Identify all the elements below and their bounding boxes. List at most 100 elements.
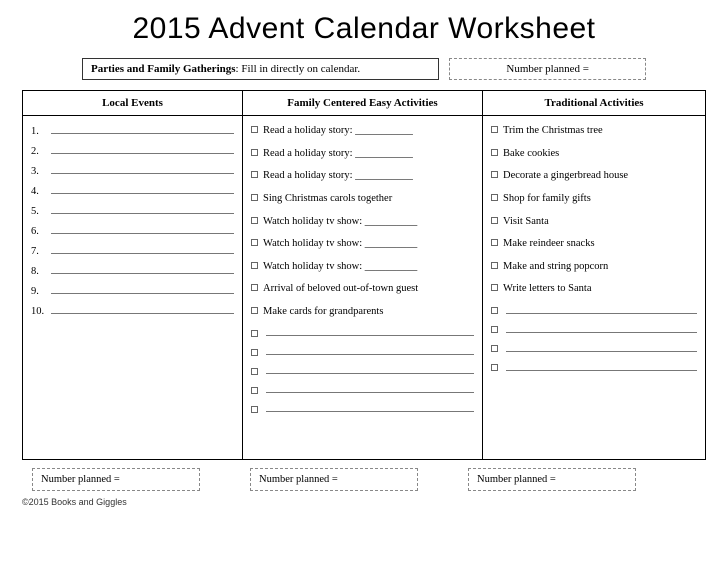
column-header-traditional: Traditional Activities — [483, 91, 705, 116]
fill-line[interactable] — [266, 385, 474, 393]
checkbox-icon[interactable] — [251, 194, 258, 201]
row-number: 2. — [31, 146, 49, 157]
page-title: 2015 Advent Calendar Worksheet — [22, 12, 706, 46]
checkbox-icon[interactable] — [491, 239, 498, 246]
fill-line[interactable] — [506, 344, 697, 352]
family-blank-item[interactable] — [251, 328, 474, 337]
fill-line[interactable] — [51, 184, 234, 194]
checkbox-icon[interactable] — [251, 330, 258, 337]
checkbox-icon[interactable] — [491, 262, 498, 269]
family-item[interactable]: Watch holiday tv show: __________ — [251, 260, 474, 274]
family-body: Read a holiday story: ___________ Read a … — [243, 116, 482, 459]
checkbox-icon[interactable] — [491, 345, 498, 352]
item-label: Decorate a gingerbread house — [503, 169, 697, 183]
fill-line[interactable] — [51, 284, 234, 294]
checkbox-icon[interactable] — [491, 126, 498, 133]
traditional-blank-item[interactable] — [491, 324, 697, 333]
checkbox-icon[interactable] — [251, 349, 258, 356]
family-item[interactable]: Arrival of beloved out-of-town guest — [251, 282, 474, 296]
row-number: 10. — [31, 306, 49, 317]
local-event-row[interactable]: 8. — [31, 264, 234, 277]
checkbox-icon[interactable] — [491, 217, 498, 224]
fill-line[interactable] — [51, 124, 234, 134]
local-event-row[interactable]: 7. — [31, 244, 234, 257]
family-blank-item[interactable] — [251, 347, 474, 356]
traditional-item[interactable]: Write letters to Santa — [491, 282, 697, 296]
local-event-row[interactable]: 4. — [31, 184, 234, 197]
family-blank-item[interactable] — [251, 366, 474, 375]
traditional-blank-item[interactable] — [491, 362, 697, 371]
local-event-row[interactable]: 2. — [31, 144, 234, 157]
fill-line[interactable] — [51, 264, 234, 274]
item-label: Watch holiday tv show: __________ — [263, 215, 474, 229]
fill-line[interactable] — [266, 328, 474, 336]
fill-line[interactable] — [51, 304, 234, 314]
traditional-blank-item[interactable] — [491, 343, 697, 352]
checkbox-icon[interactable] — [491, 364, 498, 371]
local-event-row[interactable]: 1. — [31, 124, 234, 137]
checkbox-icon[interactable] — [251, 368, 258, 375]
checkbox-icon[interactable] — [251, 387, 258, 394]
item-label: Trim the Christmas tree — [503, 124, 697, 138]
family-item[interactable]: Read a holiday story: ___________ — [251, 147, 474, 161]
traditional-item[interactable]: Shop for family gifts — [491, 192, 697, 206]
family-item[interactable]: Read a holiday story: ___________ — [251, 124, 474, 138]
checkbox-icon[interactable] — [491, 171, 498, 178]
local-event-row[interactable]: 6. — [31, 224, 234, 237]
checkbox-icon[interactable] — [251, 284, 258, 291]
number-planned-box[interactable]: Number planned = — [468, 468, 636, 491]
local-event-row[interactable]: 3. — [31, 164, 234, 177]
traditional-item[interactable]: Make reindeer snacks — [491, 237, 697, 251]
local-event-row[interactable]: 9. — [31, 284, 234, 297]
fill-line[interactable] — [266, 404, 474, 412]
family-item[interactable]: Sing Christmas carols together — [251, 192, 474, 206]
checkbox-icon[interactable] — [251, 149, 258, 156]
checkbox-icon[interactable] — [251, 307, 258, 314]
fill-line[interactable] — [51, 144, 234, 154]
number-planned-box[interactable]: Number planned = — [32, 468, 200, 491]
checkbox-icon[interactable] — [491, 307, 498, 314]
family-blank-item[interactable] — [251, 385, 474, 394]
traditional-item[interactable]: Decorate a gingerbread house — [491, 169, 697, 183]
checkbox-icon[interactable] — [251, 217, 258, 224]
checkbox-icon[interactable] — [491, 326, 498, 333]
family-item[interactable]: Read a holiday story: ___________ — [251, 169, 474, 183]
fill-line[interactable] — [51, 224, 234, 234]
checkbox-icon[interactable] — [251, 262, 258, 269]
checkbox-icon[interactable] — [491, 194, 498, 201]
main-table: Local Events 1.2.3.4.5.6.7.8.9.10. Famil… — [22, 90, 706, 460]
fill-line[interactable] — [506, 306, 697, 314]
traditional-item[interactable]: Trim the Christmas tree — [491, 124, 697, 138]
fill-line[interactable] — [506, 325, 697, 333]
checkbox-icon[interactable] — [491, 149, 498, 156]
checkbox-icon[interactable] — [251, 126, 258, 133]
checkbox-icon[interactable] — [251, 171, 258, 178]
local-event-row[interactable]: 10. — [31, 304, 234, 317]
item-label: Visit Santa — [503, 215, 697, 229]
family-item[interactable]: Watch holiday tv show: __________ — [251, 215, 474, 229]
number-planned-box[interactable]: Number planned = — [250, 468, 418, 491]
local-event-row[interactable]: 5. — [31, 204, 234, 217]
checkbox-icon[interactable] — [251, 239, 258, 246]
family-item[interactable]: Make cards for grandparents — [251, 305, 474, 319]
parties-box: Parties and Family Gatherings: Fill in d… — [82, 58, 439, 80]
traditional-item[interactable]: Make and string popcorn — [491, 260, 697, 274]
family-blank-item[interactable] — [251, 404, 474, 413]
copyright: ©2015 Books and Giggles — [22, 497, 706, 507]
traditional-blank-item[interactable] — [491, 305, 697, 314]
fill-line[interactable] — [506, 363, 697, 371]
traditional-item[interactable]: Bake cookies — [491, 147, 697, 161]
item-label: Make cards for grandparents — [263, 305, 474, 319]
item-label: Sing Christmas carols together — [263, 192, 474, 206]
fill-line[interactable] — [51, 164, 234, 174]
fill-line[interactable] — [51, 244, 234, 254]
fill-line[interactable] — [266, 366, 474, 374]
checkbox-icon[interactable] — [491, 284, 498, 291]
number-planned-top[interactable]: Number planned = — [449, 58, 646, 80]
fill-line[interactable] — [51, 204, 234, 214]
fill-line[interactable] — [266, 347, 474, 355]
checkbox-icon[interactable] — [251, 406, 258, 413]
family-item[interactable]: Watch holiday tv show: __________ — [251, 237, 474, 251]
top-row: Parties and Family Gatherings: Fill in d… — [82, 58, 646, 80]
traditional-item[interactable]: Visit Santa — [491, 215, 697, 229]
